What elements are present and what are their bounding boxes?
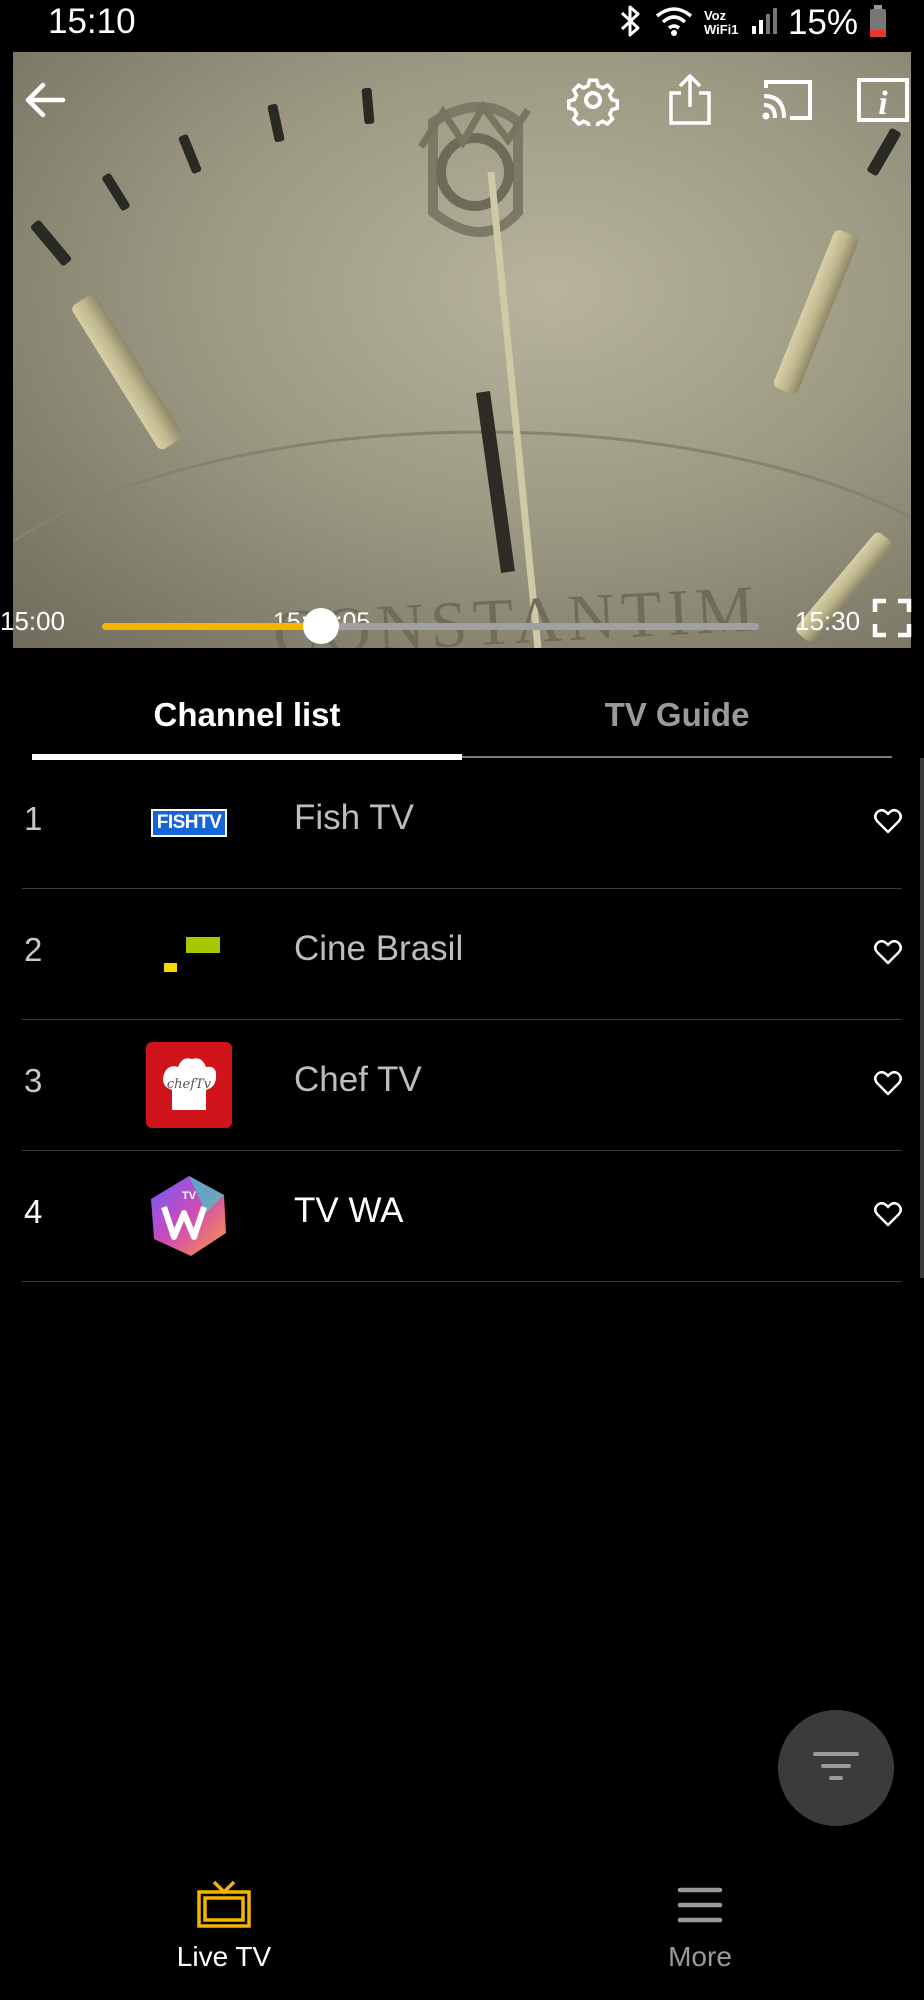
cine-brasil-logo [146,911,232,997]
status-bar: 15:10 Voz WiFi1 15% [0,0,924,46]
channel-number: 4 [24,1193,43,1230]
status-time: 15:10 [48,2,136,41]
chef-tv-logo: chefTv [146,1042,232,1128]
filter-icon [813,1748,859,1789]
channel-number: 3 [24,1062,43,1099]
heart-icon [874,1201,902,1231]
back-button[interactable] [13,70,77,134]
cast-button[interactable] [755,70,819,134]
share-icon [667,73,713,132]
signal-icon [750,6,778,41]
battery-icon [868,4,888,43]
carrier-label: Voz WiFi1 [703,8,739,37]
channel-row[interactable]: 2 Cine Brasil [22,889,902,1020]
settings-button[interactable] [561,70,625,134]
fullscreen-icon [872,598,912,642]
heart-icon [874,939,902,969]
progress-thumb[interactable] [302,608,339,644]
settings-icon [566,74,620,131]
channel-row-active[interactable]: 4 TV TV WA [22,1151,902,1282]
favorite-button[interactable] [874,939,902,967]
tab-channel-list[interactable]: Channel list [32,672,462,758]
nav-more[interactable]: More [550,1880,850,1990]
start-time-label: 15:00 [0,606,66,636]
status-icons: Voz WiFi1 15% [618,2,888,44]
svg-text:TV: TV [182,1190,197,1202]
nav-label-more: More [668,1941,732,1972]
tab-tv-guide[interactable]: TV Guide [462,672,892,758]
heart-icon [874,808,902,838]
channel-name: Cine Brasil [294,929,464,968]
channel-number: 1 [24,800,43,837]
svg-text:chefTv: chefTv [167,1077,212,1092]
back-icon [23,80,67,125]
nav-live-tv[interactable]: Live TV [74,1880,374,1990]
fullscreen-button[interactable] [872,598,912,638]
favorite-button[interactable] [874,1201,902,1229]
favorite-button[interactable] [874,808,902,836]
cast-icon [760,78,814,127]
heart-icon [874,1070,902,1100]
scroll-indicator [920,758,924,1278]
channel-number: 2 [24,931,43,968]
channel-name: TV WA [294,1191,404,1230]
bluetooth-icon [618,4,644,43]
svg-text:i: i [878,85,888,122]
tv-wa-logo: TV [146,1173,232,1259]
filter-button[interactable] [778,1710,894,1826]
end-time-label: 15:30 [795,606,861,636]
wifi-icon [654,4,694,43]
info-button[interactable]: i [851,70,911,134]
channel-name: Fish TV [294,798,414,837]
video-player[interactable]: CONSTANTIM i 15:10:05 [13,52,911,648]
favorite-button[interactable] [874,1070,902,1098]
battery-percentage: 15% [787,3,858,42]
channel-row[interactable]: 1 FISHTV Fish TV [22,758,902,889]
fish-tv-logo: FISHTV [146,780,232,866]
tv-icon [196,1880,252,1935]
channel-name: Chef TV [294,1060,422,1099]
nav-label-live-tv: Live TV [176,1941,272,1972]
video-frame [13,100,911,648]
info-icon: i [857,77,909,127]
channel-row[interactable]: 3 chefTv Chef TV [22,1020,902,1151]
progress-fill [102,623,321,630]
share-button[interactable] [658,70,722,134]
menu-icon [676,1880,724,1935]
